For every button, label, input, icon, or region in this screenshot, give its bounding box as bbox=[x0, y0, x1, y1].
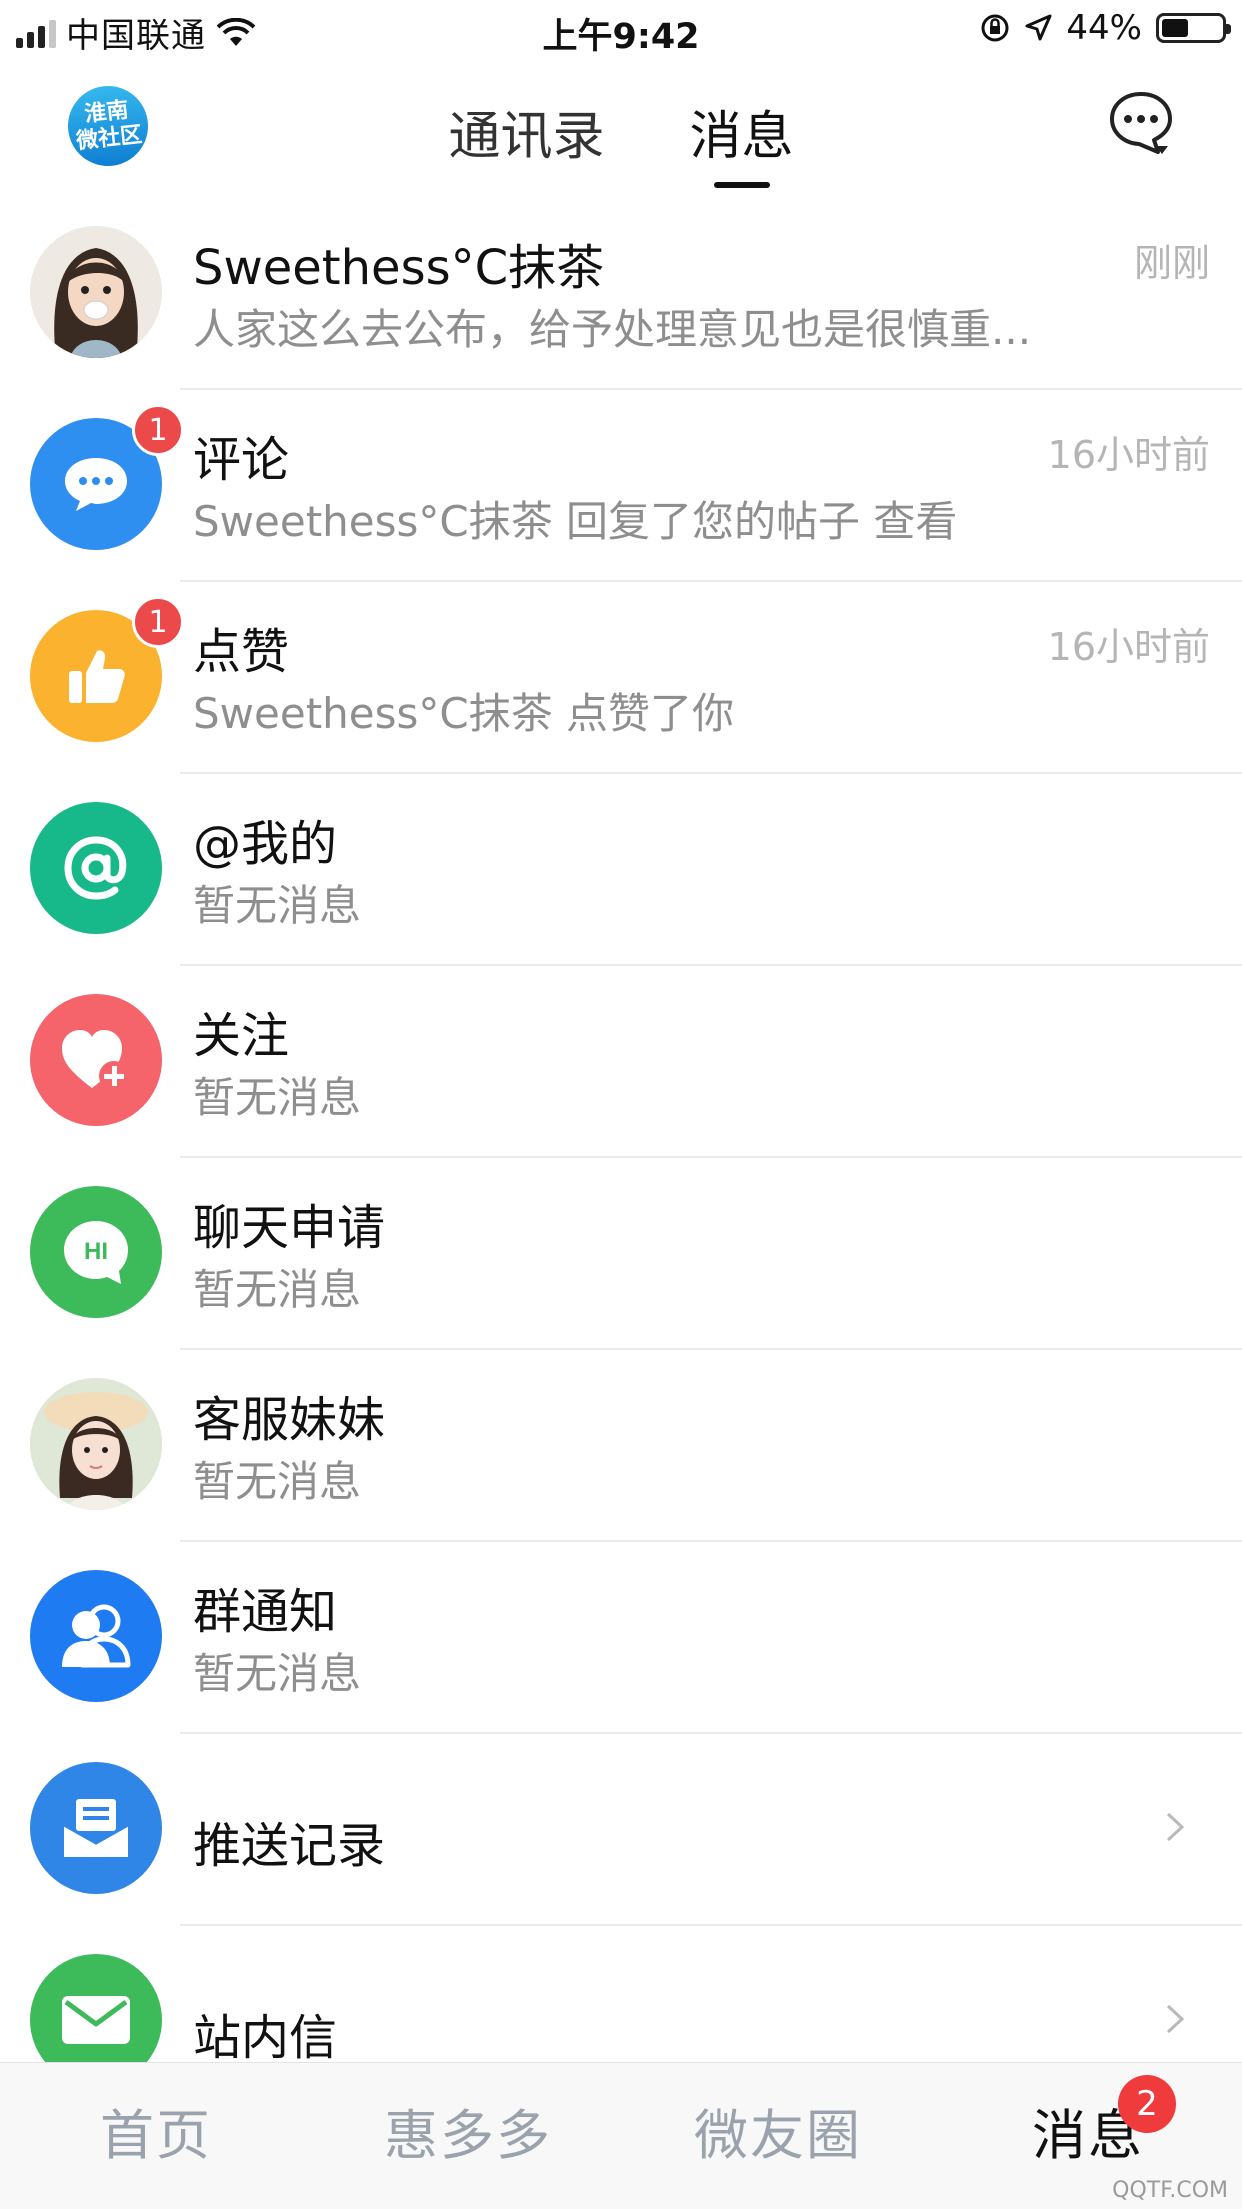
chat-requests-avatar: HI bbox=[30, 1186, 162, 1318]
tab-messages-label: 消息 bbox=[689, 107, 794, 167]
cartoon-girl-avatar-icon bbox=[30, 226, 162, 358]
group-users-icon bbox=[62, 1604, 131, 1668]
bottom-tab-bar: 首页 惠多多 微友圈 消息 2 QQTF.COM bbox=[0, 2062, 1242, 2209]
message-time: 刚刚 bbox=[1133, 241, 1210, 285]
message-preview: Sweethess°C抹茶 回复了您的帖子 查看 bbox=[193, 497, 958, 546]
location-arrow-icon bbox=[1025, 14, 1052, 41]
user-avatar bbox=[30, 226, 162, 358]
message-title: @我的 bbox=[193, 816, 338, 872]
tab-contacts[interactable]: 通讯录 bbox=[448, 94, 604, 169]
message-row-follows[interactable]: 关注 暂无消息 bbox=[0, 966, 1242, 1158]
message-title: 关注 bbox=[193, 1008, 290, 1064]
unread-badge: 1 bbox=[132, 404, 184, 456]
push-inbox-icon bbox=[63, 1799, 129, 1857]
message-preview: Sweethess°C抹茶 点赞了你 bbox=[193, 689, 735, 738]
message-title: 聊天申请 bbox=[193, 1200, 386, 1256]
active-tab-indicator bbox=[713, 182, 770, 188]
message-preview: 暂无消息 bbox=[193, 1457, 362, 1506]
svg-text:HI: HI bbox=[84, 1238, 108, 1265]
battery-fill bbox=[1162, 19, 1188, 37]
support-avatar bbox=[30, 1378, 162, 1510]
message-title: 点赞 bbox=[193, 624, 290, 680]
message-row-mentions[interactable]: @我的 暂无消息 bbox=[0, 774, 1242, 966]
message-title: 站内信 bbox=[193, 2010, 338, 2066]
thumbs-up-icon bbox=[69, 650, 125, 703]
tabbar-unread-badge: 2 bbox=[1118, 2075, 1176, 2133]
message-title: 群通知 bbox=[193, 1584, 338, 1640]
chevron-right-icon bbox=[1166, 1812, 1185, 1842]
at-sign-icon bbox=[64, 836, 127, 900]
orientation-lock-icon bbox=[981, 14, 1009, 42]
follows-avatar bbox=[30, 994, 162, 1126]
push-records-avatar bbox=[30, 1762, 162, 1894]
message-time: 16小时前 bbox=[1047, 625, 1210, 669]
group-notice-avatar bbox=[30, 1570, 162, 1702]
message-title: 推送记录 bbox=[193, 1818, 386, 1874]
mail-envelope-icon bbox=[62, 1996, 130, 2044]
status-right: 44% bbox=[980, 8, 1231, 48]
battery-icon bbox=[1156, 13, 1231, 43]
support-avatar-photo bbox=[30, 1378, 162, 1510]
header-tabs: 通讯录 消息 bbox=[0, 94, 1242, 188]
message-row-push-records[interactable]: 推送记录 bbox=[0, 1734, 1242, 1926]
top-navigation: 淮南 微社区 通讯录 消息 bbox=[0, 64, 1242, 198]
message-preview: 人家这么去公布，给予处理意见也是很慎重... bbox=[193, 305, 1032, 354]
message-preview: 暂无消息 bbox=[193, 1265, 362, 1314]
status-bar: 中国联通 上午9:42 44% bbox=[0, 0, 1242, 64]
heart-plus-icon bbox=[62, 1030, 129, 1091]
unread-badge: 1 bbox=[132, 596, 184, 648]
message-row-support[interactable]: 客服妹妹 暂无消息 bbox=[0, 1350, 1242, 1542]
message-title: 客服妹妹 bbox=[193, 1392, 386, 1448]
message-row-chat-requests[interactable]: HI 聊天申请 暂无消息 bbox=[0, 1158, 1242, 1350]
message-preview: 暂无消息 bbox=[193, 1649, 362, 1698]
tab-messages[interactable]: 消息 bbox=[689, 94, 794, 188]
tabbar-item-huiduoduo[interactable]: 惠多多 bbox=[384, 2091, 552, 2170]
message-time: 16小时前 bbox=[1047, 433, 1210, 477]
message-row-group-notice[interactable]: 群通知 暂无消息 bbox=[0, 1542, 1242, 1734]
message-preview: 暂无消息 bbox=[193, 881, 362, 930]
mentions-avatar bbox=[30, 802, 162, 934]
message-row-sweethess[interactable]: Sweethess°C抹茶 人家这么去公布，给予处理意见也是很慎重... 刚刚 bbox=[0, 198, 1242, 390]
watermark: QQTF.COM bbox=[1112, 2178, 1228, 2203]
chevron-right-icon bbox=[1166, 2004, 1185, 2034]
hi-bubble-icon: HI bbox=[64, 1221, 128, 1284]
tabbar-item-moments[interactable]: 微友圈 bbox=[694, 2091, 862, 2170]
message-row-likes[interactable]: 1 点赞 Sweethess°C抹茶 点赞了你 16小时前 bbox=[0, 582, 1242, 774]
new-chat-icon[interactable] bbox=[1106, 88, 1176, 158]
comment-bubble-icon bbox=[65, 458, 127, 511]
message-preview: 暂无消息 bbox=[193, 1073, 362, 1122]
message-row-comments[interactable]: 1 评论 Sweethess°C抹茶 回复了您的帖子 查看 16小时前 bbox=[0, 390, 1242, 582]
message-title: Sweethess°C抹茶 bbox=[193, 240, 605, 296]
message-title: 评论 bbox=[193, 432, 290, 488]
battery-percent: 44% bbox=[1066, 8, 1142, 48]
message-list: Sweethess°C抹茶 人家这么去公布，给予处理意见也是很慎重... 刚刚 … bbox=[0, 198, 1242, 2118]
tabbar-item-home[interactable]: 首页 bbox=[100, 2091, 212, 2170]
